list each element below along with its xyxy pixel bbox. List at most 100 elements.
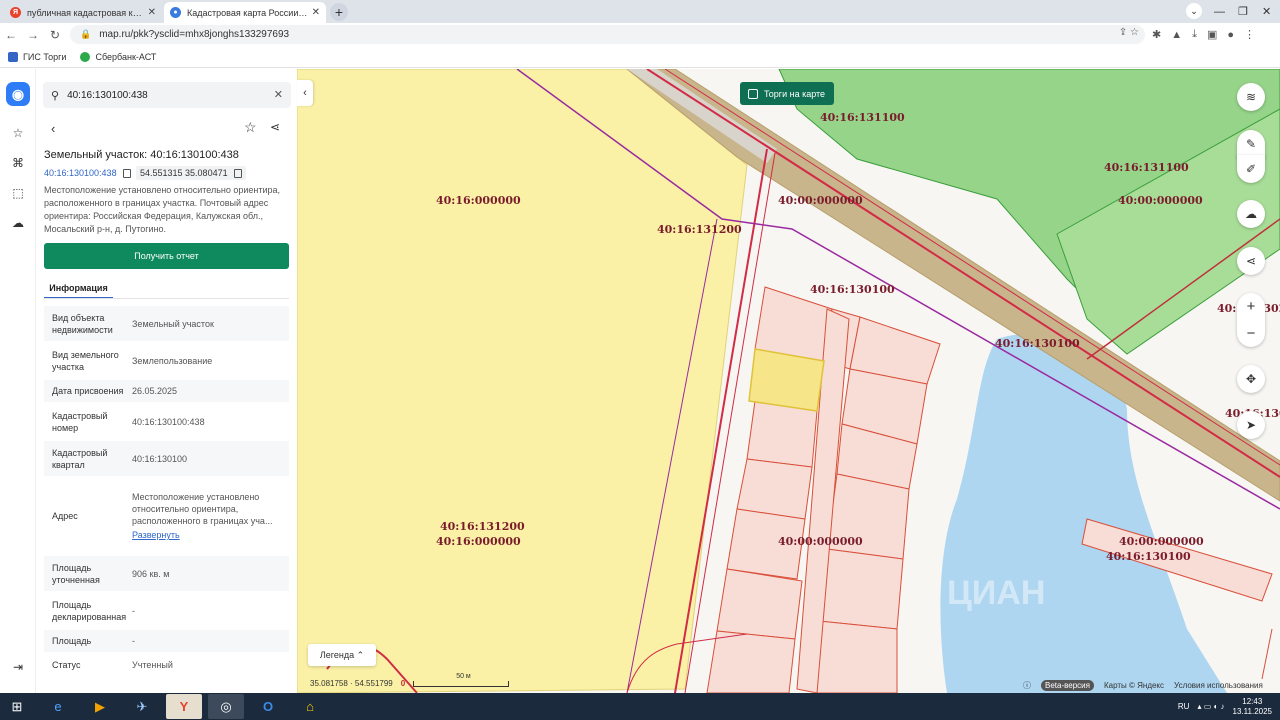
mail-icon[interactable]: ✈ [124, 694, 160, 719]
move-icon[interactable]: ✥ [1237, 365, 1265, 393]
url-input[interactable]: 🔒 map.ru/pkk?ysclid=mhx8jonghs133297693 … [70, 25, 1145, 44]
row-key: Вид земельного участка [52, 349, 119, 372]
ruler-icon[interactable]: ✎ [1237, 130, 1265, 158]
table-row: Дата присвоения 26.05.2025 [44, 380, 289, 404]
windows-taskbar: ⊞ e ▶ ✈ Y ◎ O ⌂ RU ▴ ▭ ◐ ♪ 12:43 13.11.2… [0, 693, 1280, 720]
bookmark-gis-torgi[interactable]: ГИС Торги [8, 51, 67, 62]
cloud-icon[interactable]: ☁ [10, 215, 26, 231]
tab-cadastral-map[interactable]: ● Кадастровая карта России онл ✕ [164, 2, 326, 23]
clear-search-icon[interactable]: ✕ [274, 88, 283, 101]
cian-watermark: ЦИАН [947, 574, 1046, 612]
tray-icons[interactable]: ▴ ▭ ◐ ♪ [1197, 702, 1224, 711]
map-attribution[interactable]: Карты © Яндекс [1104, 681, 1164, 690]
zoom-out-button[interactable]: − [1237, 320, 1265, 347]
extensions-icon[interactable]: ✱ [1152, 28, 1161, 41]
tab-yandex-search[interactable]: Я публичная кадастровая карта — ✕ [4, 2, 162, 23]
info-icon[interactable]: ⓘ [1023, 680, 1031, 691]
select-area-icon[interactable]: ⬚ [10, 185, 26, 201]
beta-badge[interactable]: Beta-версия [1041, 680, 1094, 691]
new-tab-button[interactable]: + [330, 3, 348, 21]
chrome-icon[interactable]: ◎ [208, 694, 244, 719]
legend-label: Легенда [319, 650, 355, 660]
media-player-icon[interactable]: ▶ [82, 694, 118, 719]
upload-icon[interactable]: ☁ [1237, 200, 1265, 228]
cadastral-number-link[interactable]: 40:16:130100:438 [44, 168, 131, 178]
collapse-panel-button[interactable]: ‹ [297, 80, 313, 106]
geolocation-icon[interactable]: ➤ [1237, 411, 1265, 439]
back-arrow-icon[interactable]: ‹ [51, 121, 55, 136]
outlook-icon[interactable]: O [250, 694, 286, 719]
favorite-star-icon[interactable]: ☆ [244, 119, 257, 136]
ie-icon[interactable]: e [40, 694, 76, 719]
close-tab-icon[interactable]: ✕ [148, 7, 156, 18]
address-bar-row: ← → ↻ 🔒 map.ru/pkk?ysclid=mhx8jonghs1332… [0, 23, 1280, 46]
layers-icon[interactable]: ≋ [1237, 83, 1265, 111]
tab-search-button[interactable]: ⌄ [1186, 3, 1202, 19]
legend-button[interactable]: Легенда ⌃ [308, 644, 376, 666]
row-key: Площадь уточненная [52, 562, 100, 585]
back-nav-icon[interactable]: ← [0, 28, 22, 42]
bookmark-label: ГИС Торги [23, 51, 67, 62]
map-label: 40:00:000000 [1118, 194, 1203, 207]
zoom-in-button[interactable]: + [1237, 293, 1265, 320]
browser-toolbar-icons: ✱ ▲ ⤓ ▣ ● ⋮ [1152, 23, 1255, 46]
bookmark-sberbank-ast[interactable]: Сбербанк-АСТ [80, 51, 157, 62]
share-icon[interactable]: ⋖ [270, 120, 280, 134]
sberbank-icon [80, 51, 91, 62]
map-label: 40:16:130100 [810, 283, 895, 296]
row-value: Местоположение установлено относительно … [132, 492, 273, 526]
tab-title: Кадастровая карта России онл [187, 7, 308, 18]
expand-address-link[interactable]: Развернуть [132, 529, 289, 541]
torgi-label: Торги на карте [764, 88, 826, 99]
cadastral-map[interactable]: 40:16:131100 40:16:131100 40:00:000000 4… [297, 69, 1280, 693]
row-value-address: Местоположение установлено относительно … [132, 491, 289, 541]
scale-line: 50 м [413, 673, 510, 687]
clock[interactable]: 12:43 13.11.2025 [1233, 697, 1272, 717]
table-row: Кадастровый номер 40:16:130100:438 [44, 404, 289, 441]
edit-icon[interactable]: ✐ [1237, 155, 1265, 183]
favorites-icon[interactable]: ☆ [10, 125, 26, 141]
logout-icon[interactable]: ⇥ [10, 659, 26, 675]
tab-information[interactable]: Информация [44, 278, 113, 299]
map-footer: ⓘ Beta-версия Карты © Яндекс Условия исп… [1023, 680, 1263, 691]
start-button-icon[interactable]: ⊞ [0, 694, 34, 719]
get-report-button[interactable]: Получить отчет [44, 243, 289, 269]
clock-time: 12:43 [1242, 696, 1263, 706]
copy-icon[interactable] [122, 168, 131, 178]
language-indicator[interactable]: RU [1178, 702, 1190, 711]
minimize-button[interactable]: — [1214, 0, 1225, 23]
tab-divider [44, 298, 289, 299]
row-value: 40:16:130100:438 [132, 416, 205, 427]
map-label: 40:16:131100 [820, 111, 905, 124]
coordinates-badge[interactable]: 54.551315 35.080471 [136, 166, 246, 180]
copy-icon[interactable] [233, 168, 242, 178]
checkbox-icon[interactable] [748, 88, 758, 99]
torgi-on-map-toggle[interactable]: Торги на карте [740, 82, 835, 105]
menu-icon[interactable]: ⋮ [1244, 28, 1255, 41]
row-value: Учтенный [132, 660, 173, 670]
row-key: Площадь декларированная [52, 599, 127, 622]
map-label: 40:16:000000 [436, 194, 521, 207]
bookmark-label: Сбербанк-АСТ [95, 51, 157, 62]
close-tab-icon[interactable]: ✕ [312, 7, 320, 18]
sidepanel-icon[interactable]: ▣ [1207, 28, 1217, 41]
share-map-icon[interactable]: ⋖ [1237, 247, 1265, 275]
table-row: Вид объекта недвижимости Земельный участ… [44, 306, 289, 343]
profile-icon[interactable]: ● [1227, 29, 1234, 41]
search-input[interactable]: ⚲ 40:16:130100:438 ✕ [43, 82, 291, 108]
app-logo-icon[interactable]: ◉ [6, 82, 30, 106]
flask-icon[interactable]: ▲ [1171, 29, 1182, 41]
table-row: Адрес Местоположение установлено относит… [44, 478, 289, 556]
attributes-table: Вид объекта недвижимости Земельный участ… [44, 306, 289, 678]
close-window-button[interactable]: ✕ [1262, 0, 1271, 23]
home-app-icon[interactable]: ⌂ [292, 694, 328, 719]
route-icon[interactable]: ⌘ [10, 155, 26, 171]
forward-nav-icon[interactable]: → [22, 28, 44, 42]
download-icon[interactable]: ⤓ [1192, 28, 1197, 41]
maximize-button[interactable]: ❐ [1238, 0, 1248, 23]
yandex-browser-icon[interactable]: Y [166, 694, 202, 719]
row-key: Дата присвоения [52, 386, 124, 396]
share-page-icon[interactable]: ⇪ ☆ [1119, 27, 1139, 38]
reload-icon[interactable]: ↻ [44, 28, 66, 42]
terms-link[interactable]: Условия использования [1174, 681, 1263, 690]
